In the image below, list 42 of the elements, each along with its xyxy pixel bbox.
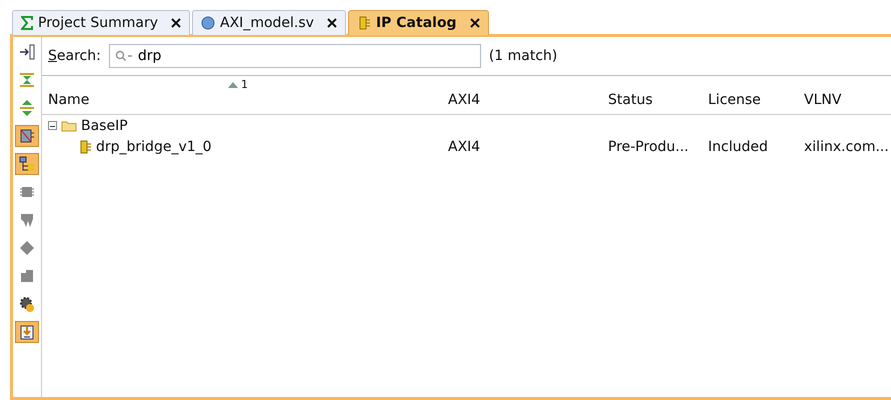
- table-cell-text: xilinx.com...: [803, 138, 890, 154]
- expand-all-icon: [18, 99, 36, 117]
- column-header[interactable]: Status: [602, 92, 702, 114]
- chip-icon: [356, 16, 371, 30]
- sort-ascending-icon: [228, 82, 238, 88]
- column-header[interactable]: License: [702, 92, 798, 114]
- download-icon: [18, 323, 36, 341]
- table-cell-text: Included: [707, 138, 769, 154]
- table-cell-text: AXI4: [447, 138, 482, 154]
- file-icon: [201, 16, 216, 30]
- collapse-all-icon: [18, 71, 36, 89]
- toolbar-button[interactable]: [15, 153, 39, 175]
- toolbar-button[interactable]: [15, 321, 39, 343]
- folder-icon: [61, 120, 77, 132]
- column-header[interactable]: AXI4: [442, 92, 602, 114]
- tooth-icon: [18, 211, 36, 229]
- diamond-icon: [18, 239, 36, 257]
- block-icon: [18, 267, 36, 285]
- sigma-icon: [21, 16, 33, 30]
- column-header[interactable]: Name: [42, 92, 442, 114]
- gear-icon: [18, 295, 36, 313]
- search-label: Search:: [48, 48, 101, 64]
- tab[interactable]: AXI_model.sv: [192, 10, 346, 35]
- toolbar-button[interactable]: [15, 125, 39, 147]
- search-icon: [114, 50, 133, 62]
- filter-icon: [18, 127, 36, 145]
- search-field[interactable]: drp: [108, 44, 481, 68]
- tab[interactable]: Project Summary: [12, 10, 190, 35]
- dock-icon: [18, 43, 36, 61]
- tree-item[interactable]: BaseIP: [81, 118, 128, 134]
- chip-icon: [78, 140, 92, 154]
- table-cell-text: Pre-Produ...: [607, 138, 690, 154]
- close-icon[interactable]: [171, 18, 182, 28]
- close-icon[interactable]: [326, 18, 337, 28]
- match-count: (1 match): [488, 48, 558, 64]
- collapse-toggle[interactable]: [48, 121, 57, 130]
- column-header[interactable]: VLNV: [798, 92, 891, 114]
- tree-item[interactable]: drp_bridge_v1_0: [96, 138, 212, 154]
- hierarchy-icon: [18, 155, 36, 173]
- tab[interactable]: IP Catalog: [348, 10, 489, 35]
- close-icon[interactable]: [470, 18, 480, 28]
- sort-order: 1: [241, 78, 248, 91]
